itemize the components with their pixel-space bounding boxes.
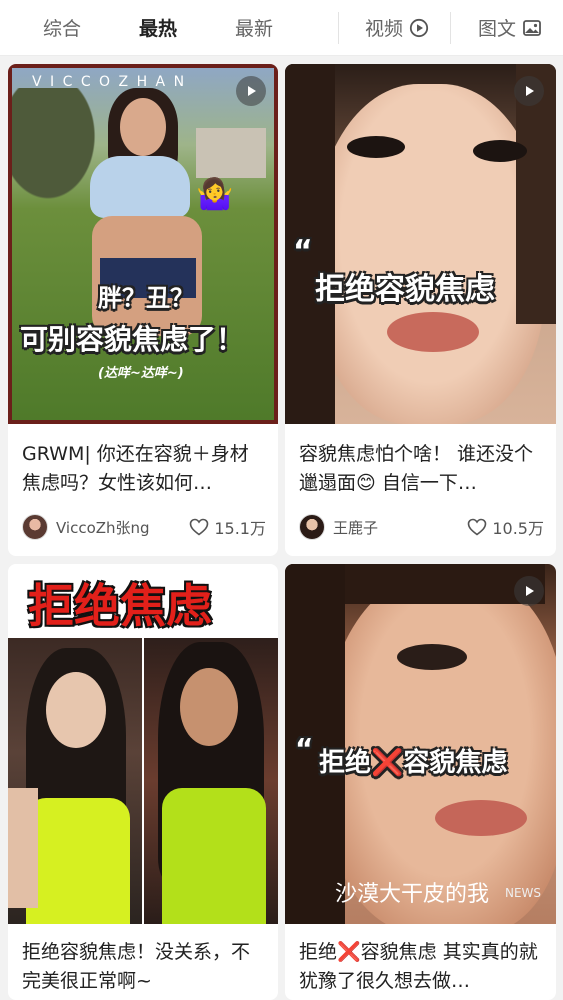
caption-line-1: 拒绝❌容貌焦虑 bbox=[319, 748, 508, 778]
feed-card[interactable]: 🤷‍♀️ V I C C O Z H A N 胖？丑？ 可别容貌焦虑了！ (达咩… bbox=[8, 64, 278, 556]
photo-left-dress bbox=[26, 798, 130, 924]
play-icon bbox=[248, 86, 256, 96]
feed-card[interactable]: 拒绝焦虑 拒绝容貌焦虑！没关系，不完美很正常啊~ bbox=[8, 564, 278, 1000]
play-icon bbox=[526, 586, 534, 596]
tab-divider bbox=[338, 12, 339, 44]
eye-right bbox=[473, 140, 527, 162]
caption-line-1: 胖？丑？ bbox=[98, 284, 194, 312]
tab-image-text[interactable]: 图文 bbox=[474, 0, 546, 56]
author-name[interactable]: 王鹿子 bbox=[333, 517, 467, 538]
tab-video-label: 视频 bbox=[364, 18, 403, 40]
play-button[interactable] bbox=[514, 76, 544, 106]
caption-line-1: 拒绝焦虑 bbox=[28, 579, 212, 633]
photo-right-dress bbox=[162, 788, 266, 924]
card-meta: 王鹿子 10.5万 bbox=[299, 512, 544, 542]
tab-image-text-label: 图文 bbox=[477, 18, 516, 40]
card-title[interactable]: GRWM| 你还在容貌＋身材焦虑吗？女性该如何… bbox=[22, 440, 266, 498]
eye-left bbox=[397, 644, 467, 670]
play-icon bbox=[526, 86, 534, 96]
like-count-value: 10.5万 bbox=[492, 519, 544, 538]
play-circle-icon bbox=[409, 18, 429, 37]
caption-line-2: 可别容貌焦虑了！ bbox=[20, 323, 245, 356]
video-thumbnail[interactable]: “ 拒绝容貌焦虑 bbox=[285, 64, 556, 424]
heart-icon bbox=[190, 518, 209, 536]
heart-icon bbox=[468, 518, 487, 536]
video-thumbnail[interactable]: “ 拒绝❌容貌焦虑 沙漠大干皮的我 NEWS bbox=[285, 564, 556, 924]
tab-video[interactable]: 视频 bbox=[362, 0, 432, 56]
image-icon bbox=[523, 19, 541, 36]
photo-right-face bbox=[180, 668, 238, 746]
caption-line-1: 拒绝容貌焦虑 bbox=[315, 272, 495, 307]
caption-line-3: (达咩~达咩~) bbox=[98, 366, 184, 381]
like-count[interactable]: 15.1万 bbox=[189, 515, 266, 539]
card-title[interactable]: 拒绝❌容貌焦虑 其实真的就犹豫了很久想去做… bbox=[299, 938, 544, 996]
play-button[interactable] bbox=[514, 576, 544, 606]
feed-card[interactable]: “ 拒绝❌容貌焦虑 沙漠大干皮的我 NEWS 拒绝❌容貌焦虑 其实真的就犹豫了很… bbox=[285, 564, 556, 1000]
watermark-text: V I C C O Z H A N bbox=[32, 74, 187, 90]
tab-all[interactable]: 综合 bbox=[36, 0, 88, 56]
image-thumbnail[interactable]: 拒绝焦虑 bbox=[8, 564, 278, 924]
card-title[interactable]: 容貌焦虑怕个啥！ 谁还没个邋遢面😊 自信一下… bbox=[299, 440, 544, 498]
emoji-sticker: 🤷‍♀️ bbox=[196, 177, 234, 212]
tab-hot[interactable]: 最热 bbox=[132, 0, 184, 56]
tab-divider bbox=[450, 12, 451, 44]
author-avatar[interactable] bbox=[22, 514, 48, 540]
tab-new[interactable]: 最新 bbox=[228, 0, 280, 56]
background-trees bbox=[12, 88, 102, 208]
caption-line-3: NEWS bbox=[505, 886, 542, 900]
quote-mark: “ bbox=[293, 234, 313, 269]
like-count-value: 15.1万 bbox=[214, 519, 266, 538]
caption-line-2: 沙漠大干皮的我 bbox=[335, 882, 490, 907]
face-skin bbox=[315, 84, 545, 424]
top-tab-bar: 综合 最热 最新 视频 图文 bbox=[0, 0, 563, 56]
lips bbox=[387, 312, 479, 352]
lips bbox=[435, 800, 527, 836]
feed-card[interactable]: “ 拒绝容貌焦虑 容貌焦虑怕个啥！ 谁还没个邋遢面😊 自信一下… 王鹿子 10.… bbox=[285, 64, 556, 556]
quote-mark: “ bbox=[295, 732, 314, 765]
card-meta: ViccoZh张ng 15.1万 bbox=[22, 512, 266, 542]
play-button[interactable] bbox=[236, 76, 266, 106]
person-face bbox=[120, 98, 166, 156]
author-avatar[interactable] bbox=[299, 514, 325, 540]
eye-left bbox=[347, 136, 405, 158]
photo-right bbox=[144, 638, 278, 924]
card-title[interactable]: 拒绝容貌焦虑！没关系，不完美很正常啊~ bbox=[22, 938, 266, 996]
author-name[interactable]: ViccoZh张ng bbox=[56, 517, 189, 538]
background-house bbox=[196, 128, 266, 178]
like-count[interactable]: 10.5万 bbox=[467, 515, 544, 539]
photo-left-arm bbox=[8, 788, 38, 908]
video-thumbnail[interactable]: 🤷‍♀️ V I C C O Z H A N 胖？丑？ 可别容貌焦虑了！ (达咩… bbox=[8, 64, 278, 424]
photo-left-face bbox=[46, 672, 106, 748]
photo-left bbox=[8, 638, 142, 924]
person-top bbox=[90, 156, 190, 218]
